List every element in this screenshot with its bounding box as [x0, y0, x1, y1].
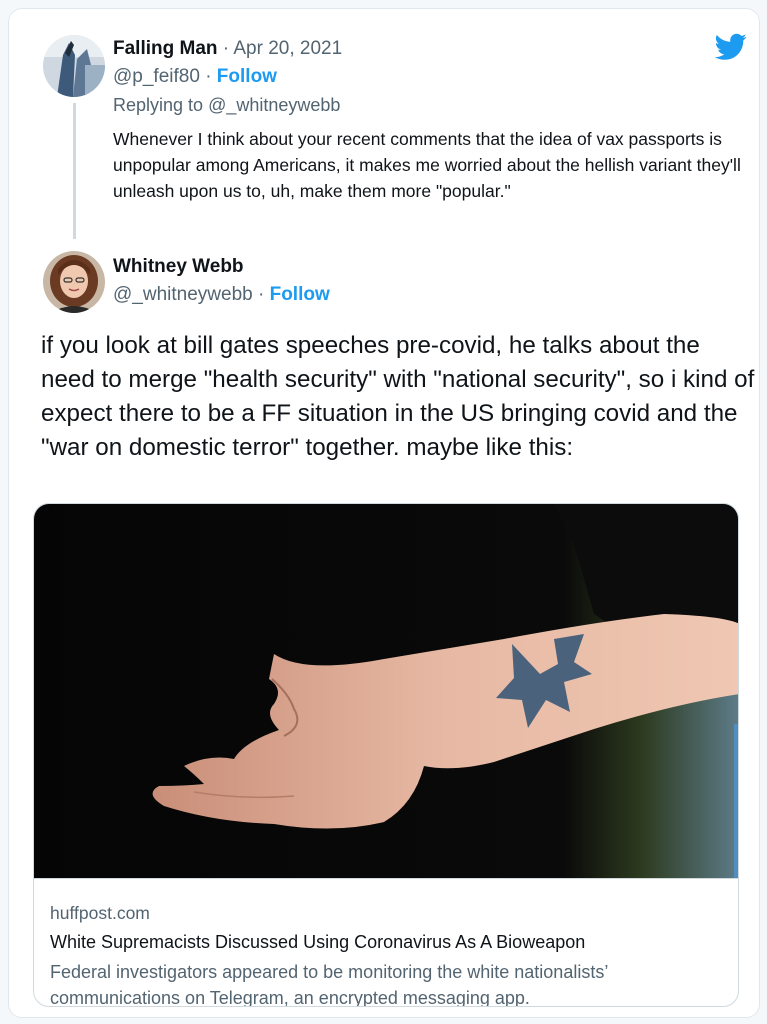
reply-tweet-text: Whenever I think about your recent comme…	[113, 129, 741, 201]
follow-button[interactable]: Follow	[217, 66, 277, 87]
link-preview-card[interactable]: huffpost.com White Supremacists Discusse…	[33, 503, 739, 1007]
article-image	[34, 504, 738, 878]
link-description: Federal investigators appeared to be mon…	[50, 962, 608, 1007]
separator: ·	[222, 38, 230, 59]
tweet-embed-card: Falling Man · Apr 20, 2021 @p_feif80 · F…	[8, 8, 760, 1018]
replying-to-prefix: Replying to	[113, 95, 204, 115]
author-name[interactable]: Falling Man	[113, 38, 218, 59]
author-name[interactable]: Whitney Webb	[113, 255, 244, 279]
tweet-date[interactable]: Apr 20, 2021	[233, 38, 342, 59]
separator: ·	[257, 284, 265, 305]
separator: ·	[205, 66, 212, 87]
twitter-bird-icon[interactable]	[715, 33, 747, 61]
author-handle[interactable]: @p_feif80	[113, 66, 200, 87]
replying-to: Replying to @_whitneywebb	[113, 93, 340, 117]
link-domain: huffpost.com	[50, 903, 150, 923]
link-meta: huffpost.com White Supremacists Discusse…	[34, 878, 738, 1007]
follow-button[interactable]: Follow	[270, 284, 330, 305]
handle-line: @_whitneywebb · Follow	[113, 283, 330, 307]
replying-to-handle[interactable]: @_whitneywebb	[208, 95, 340, 115]
handle-line: @p_feif80 · Follow	[113, 65, 277, 89]
thread-connector	[73, 103, 76, 239]
avatar[interactable]	[43, 35, 105, 97]
reply-header: Falling Man · Apr 20, 2021	[113, 37, 342, 61]
link-title[interactable]: White Supremacists Discussed Using Coron…	[50, 930, 585, 954]
author-handle[interactable]: @_whitneywebb	[113, 284, 253, 305]
main-tweet-text: if you look at bill gates speeches pre-c…	[41, 332, 755, 461]
avatar[interactable]	[43, 251, 105, 313]
